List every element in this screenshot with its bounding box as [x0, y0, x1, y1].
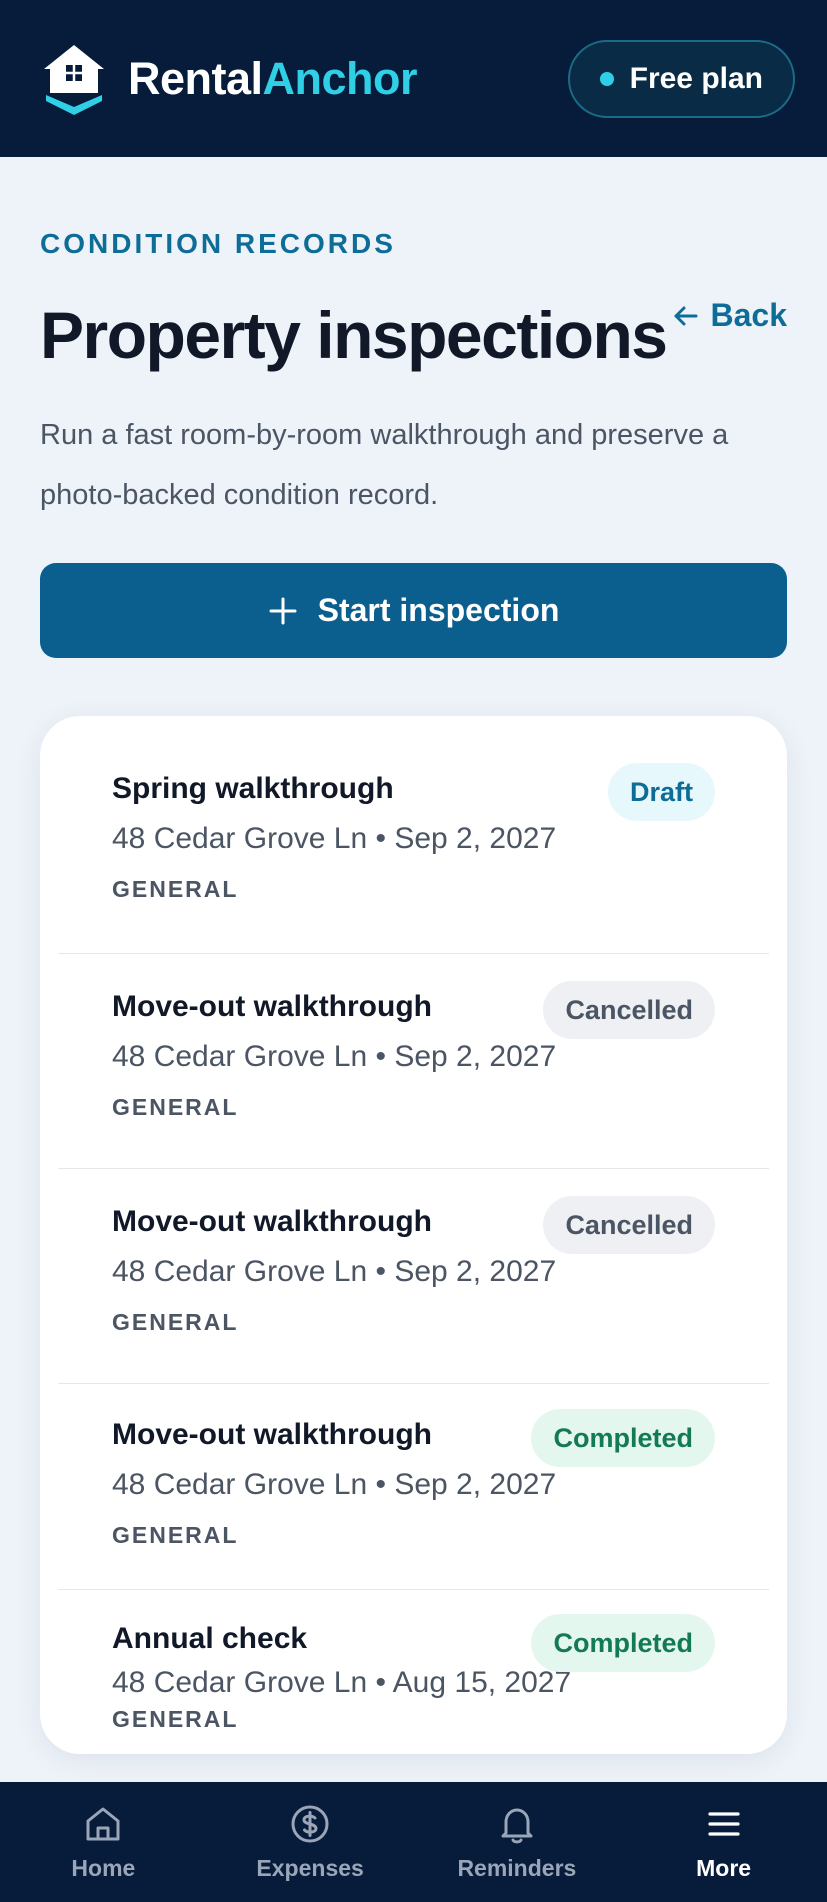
inspection-type: GENERAL	[112, 1094, 239, 1120]
inspection-row[interactable]: Move-out walkthrough 48 Cedar Grove Ln •…	[58, 954, 769, 1168]
inspection-type: GENERAL	[112, 1309, 239, 1335]
nav-item-more[interactable]: More	[624, 1803, 824, 1882]
nav-item-home[interactable]: Home	[3, 1803, 203, 1882]
status-badge: Draft	[607, 763, 715, 821]
back-label: Back	[710, 297, 788, 333]
nav-item-reminders[interactable]: Reminders	[417, 1803, 617, 1882]
section-eyebrow: CONDITION RECORDS	[40, 228, 396, 259]
plus-icon	[269, 597, 297, 624]
inspection-type: GENERAL	[112, 1706, 239, 1732]
brand-name: RentalAnchor	[128, 52, 418, 105]
status-badge: Completed	[531, 1614, 715, 1672]
dollar-circle-icon	[291, 1805, 329, 1842]
bell-icon	[501, 1808, 533, 1843]
brand-name-accent: Anchor	[262, 52, 418, 104]
menu-icon	[708, 1811, 740, 1836]
inspection-meta: 48 Cedar Grove Ln • Sep 2, 2027	[112, 822, 557, 855]
plan-badge[interactable]: Free plan	[567, 39, 795, 118]
brand-name-prefix: Rental	[128, 52, 263, 104]
app-header: RentalAnchor Free plan	[0, 0, 827, 157]
inspection-row[interactable]: Annual check 48 Cedar Grove Ln • Aug 15,…	[58, 1590, 769, 1754]
inspection-type: GENERAL	[112, 876, 239, 902]
plan-status-dot	[599, 71, 614, 86]
status-badge: Cancelled	[543, 1196, 715, 1254]
inspection-row[interactable]: Spring walkthrough 48 Cedar Grove Ln • S…	[58, 716, 769, 952]
start-inspection-button[interactable]: Start inspection	[40, 563, 787, 658]
brand[interactable]: RentalAnchor	[40, 41, 418, 117]
plan-label: Free plan	[629, 61, 763, 95]
nav-label-home: Home	[71, 1854, 136, 1881]
start-inspection-label: Start inspection	[317, 592, 560, 628]
back-link[interactable]: Back	[671, 297, 788, 334]
page-subtitle: Run a fast room-by-room walkthrough and …	[40, 419, 729, 511]
home-icon	[86, 1807, 120, 1840]
arrow-left-icon	[674, 306, 697, 325]
nav-label-expenses: Expenses	[256, 1854, 364, 1881]
page-title: Property inspections	[40, 298, 668, 372]
inspection-meta: 48 Cedar Grove Ln • Sep 2, 2027	[112, 1255, 557, 1288]
house-logo-icon	[44, 44, 104, 115]
inspection-type: GENERAL	[112, 1522, 239, 1548]
status-badge: Cancelled	[543, 981, 715, 1039]
nav-label-reminders: Reminders	[457, 1854, 577, 1881]
inspection-meta: 48 Cedar Grove Ln • Sep 2, 2027	[112, 1040, 557, 1073]
inspection-row[interactable]: Move-out walkthrough 48 Cedar Grove Ln •…	[58, 1384, 769, 1589]
nav-item-expenses[interactable]: Expenses	[210, 1803, 410, 1882]
bottom-nav: Home Expenses Reminders More	[0, 1782, 827, 1902]
nav-label-more: More	[696, 1854, 752, 1881]
inspection-list: Spring walkthrough 48 Cedar Grove Ln • S…	[40, 716, 787, 1754]
inspection-row[interactable]: Move-out walkthrough 48 Cedar Grove Ln •…	[58, 1169, 769, 1383]
status-badge: Completed	[531, 1409, 715, 1467]
inspection-meta: 48 Cedar Grove Ln • Sep 2, 2027	[112, 1468, 557, 1501]
